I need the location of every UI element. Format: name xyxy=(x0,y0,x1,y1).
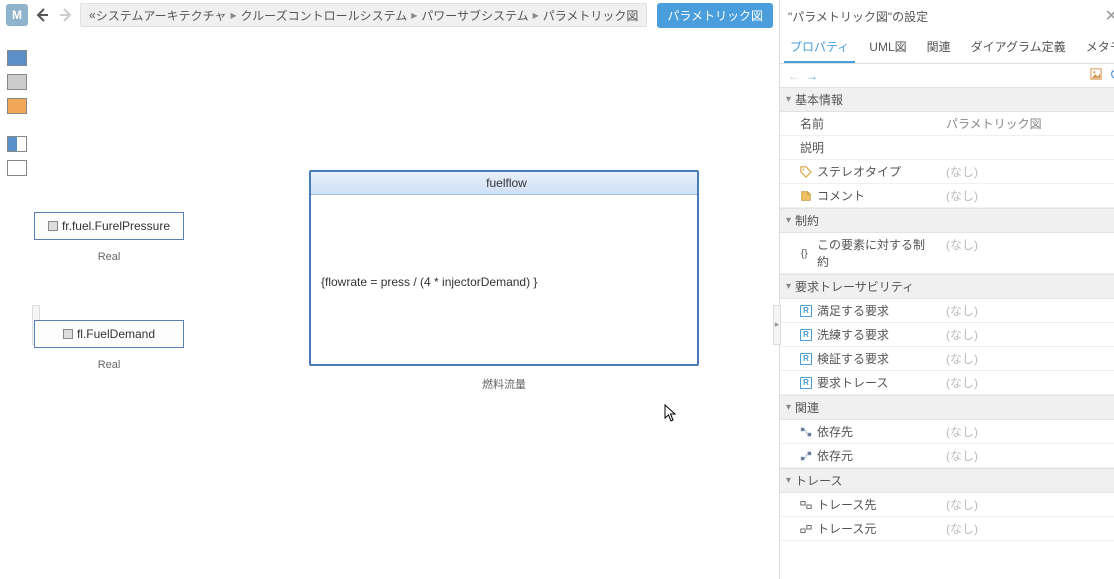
tab-metamodel[interactable]: メタモデル xyxy=(1080,32,1114,63)
tab-relations[interactable]: 関連 xyxy=(921,32,957,63)
breadcrumb-item[interactable]: パラメトリック図 xyxy=(543,7,639,24)
image-icon[interactable] xyxy=(1090,68,1102,83)
block-label: fr.fuel.FurelPressure xyxy=(62,219,170,233)
chevron-right-icon: ▸ xyxy=(411,8,417,22)
tab-properties[interactable]: プロパティ xyxy=(784,32,855,63)
chevron-right-icon: ▸ xyxy=(231,8,237,22)
palette-item-gray[interactable] xyxy=(7,74,27,90)
prop-name-label: 名前 xyxy=(780,112,940,135)
section-relation[interactable]: ▾関連 xyxy=(780,395,1114,420)
refresh-icon[interactable] xyxy=(1110,68,1114,83)
palette-item-orange[interactable] xyxy=(7,98,27,114)
dependency-to-icon xyxy=(800,426,812,438)
prop-depfrom-value[interactable]: (なし) xyxy=(940,444,1114,467)
prop-verify-value[interactable]: (なし) xyxy=(940,347,1114,370)
breadcrumb-prefix: « xyxy=(89,8,96,22)
block-icon xyxy=(63,329,73,339)
prop-name-value[interactable]: パラメトリック図 xyxy=(940,112,1114,135)
nav-forward-icon[interactable] xyxy=(56,5,76,25)
palette-item-half[interactable] xyxy=(7,136,27,152)
breadcrumb-item[interactable]: クルーズコントロールシステム xyxy=(241,7,408,24)
panel-tabs: プロパティ UML図 関連 ダイアグラム定義 メタモデル xyxy=(780,32,1114,64)
block-type-label: Real xyxy=(35,251,183,263)
panel-title: "パラメトリック図"の設定 xyxy=(788,8,1101,25)
prop-depto-value[interactable]: (なし) xyxy=(940,420,1114,443)
properties-list: ▾基本情報 名前パラメトリック図 説明 ステレオタイプ(なし) コメント(なし)… xyxy=(780,87,1114,541)
app-menu-button[interactable]: M xyxy=(6,4,28,26)
prop-desc-value[interactable] xyxy=(940,136,1114,159)
palette xyxy=(0,30,34,579)
collapse-right-handle[interactable]: ▸ xyxy=(773,305,781,345)
block-icon xyxy=(48,221,58,231)
constraint-title: fuelflow xyxy=(486,176,527,190)
panel-nav-back-icon[interactable]: ← xyxy=(788,69,800,83)
prop-traceto-label: トレース先 xyxy=(780,493,940,516)
diagram-canvas[interactable]: ◂ ▸ fr.fuel.FurelPressure Real fl.FuelDe… xyxy=(34,30,779,579)
prop-reqtrace-label: R要求トレース xyxy=(780,371,940,394)
section-constraint[interactable]: ▾制約 xyxy=(780,208,1114,233)
topbar: M « システムアーキテクチャ ▸ クルーズコントロールシステム ▸ パワーサブ… xyxy=(0,0,779,30)
trace-to-icon xyxy=(800,499,812,511)
tab-diagram-def[interactable]: ダイアグラム定義 xyxy=(965,32,1072,63)
prop-refine-value[interactable]: (なし) xyxy=(940,323,1114,346)
requirement-icon: R xyxy=(800,329,812,341)
requirement-icon: R xyxy=(800,305,812,317)
constraint-expression: {flowrate = press / (4 * injectorDemand)… xyxy=(311,195,697,299)
block-type-label: Real xyxy=(35,359,183,371)
diagram-type-button[interactable]: パラメトリック図 xyxy=(657,3,773,28)
constraint-block-fuelflow[interactable]: fuelflow {flowrate = press / (4 * inject… xyxy=(309,170,699,366)
constraint-icon: {} xyxy=(800,247,812,259)
trace-from-icon xyxy=(800,523,812,535)
prop-constraint-value[interactable]: (なし) xyxy=(940,233,1114,273)
tab-uml[interactable]: UML図 xyxy=(863,32,912,63)
requirement-icon: R xyxy=(800,377,812,389)
prop-satisfy-label: R満足する要求 xyxy=(780,299,940,322)
palette-item-white[interactable] xyxy=(7,160,27,176)
chevron-right-icon: ▸ xyxy=(533,8,539,22)
svg-text:{}: {} xyxy=(801,248,808,259)
cursor-icon xyxy=(664,404,678,427)
note-icon xyxy=(800,190,812,202)
close-icon[interactable]: ✕ xyxy=(1101,6,1114,26)
prop-depto-label: 依存先 xyxy=(780,420,940,443)
block-fuel-pressure[interactable]: fr.fuel.FurelPressure Real xyxy=(34,212,184,240)
prop-depfrom-label: 依存元 xyxy=(780,444,940,467)
tag-icon xyxy=(800,166,812,178)
requirement-icon: R xyxy=(800,353,812,365)
nav-back-icon[interactable] xyxy=(32,5,52,25)
prop-constraint-label: {}この要素に対する制約 xyxy=(780,233,940,273)
prop-reqtrace-value[interactable]: (なし) xyxy=(940,371,1114,394)
prop-stereo-value[interactable]: (なし) xyxy=(940,160,1114,183)
breadcrumb-item[interactable]: システムアーキテクチャ xyxy=(96,7,227,24)
prop-verify-label: R検証する要求 xyxy=(780,347,940,370)
prop-comment-value[interactable]: (なし) xyxy=(940,184,1114,207)
section-basic[interactable]: ▾基本情報 xyxy=(780,87,1114,112)
prop-tracefrom-label: トレース元 xyxy=(780,517,940,540)
block-fuel-demand[interactable]: fl.FuelDemand Real xyxy=(34,320,184,348)
panel-toolbar: ← → xyxy=(780,64,1114,87)
prop-traceto-value[interactable]: (なし) xyxy=(940,493,1114,516)
section-req-trace[interactable]: ▾要求トレーサビリティ xyxy=(780,274,1114,299)
prop-tracefrom-value[interactable]: (なし) xyxy=(940,517,1114,540)
palette-item-blue[interactable] xyxy=(7,50,27,66)
constraint-caption: 燃料流量 xyxy=(311,376,697,392)
properties-panel: "パラメトリック図"の設定 ✕ プロパティ UML図 関連 ダイアグラム定義 メ… xyxy=(779,0,1114,579)
breadcrumb[interactable]: « システムアーキテクチャ ▸ クルーズコントロールシステム ▸ パワーサブシス… xyxy=(80,3,647,27)
prop-desc-label: 説明 xyxy=(780,136,940,159)
dependency-from-icon xyxy=(800,450,812,462)
section-trace[interactable]: ▾トレース xyxy=(780,468,1114,493)
prop-satisfy-value[interactable]: (なし) xyxy=(940,299,1114,322)
prop-stereo-label: ステレオタイプ xyxy=(780,160,940,183)
prop-refine-label: R洗練する要求 xyxy=(780,323,940,346)
prop-comment-label: コメント xyxy=(780,184,940,207)
breadcrumb-item[interactable]: パワーサブシステム xyxy=(421,7,528,24)
main-area: M « システムアーキテクチャ ▸ クルーズコントロールシステム ▸ パワーサブ… xyxy=(0,0,779,579)
panel-nav-forward-icon[interactable]: → xyxy=(806,69,818,83)
block-label: fl.FuelDemand xyxy=(77,327,155,341)
workspace: ◂ ▸ fr.fuel.FurelPressure Real fl.FuelDe… xyxy=(0,30,779,579)
